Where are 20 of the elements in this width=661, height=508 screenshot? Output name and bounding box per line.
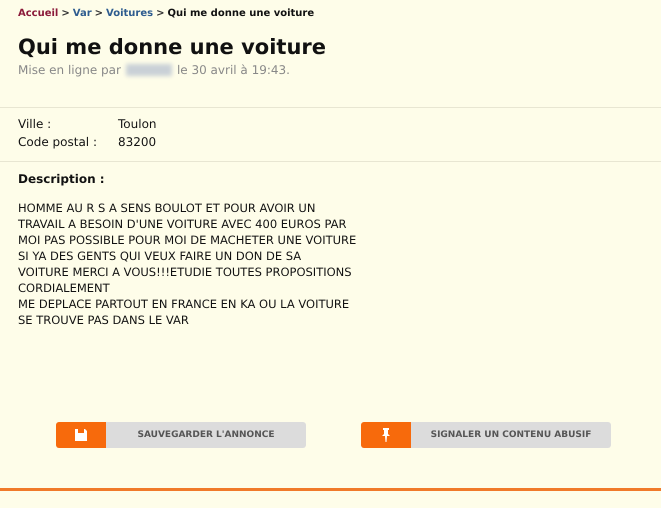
ad-title: Qui me donne une voiture: [18, 35, 328, 59]
breadcrumb-link[interactable]: Voitures: [106, 8, 154, 19]
breadcrumb-separator: >: [156, 8, 164, 19]
detail-label: Ville :: [18, 116, 52, 133]
report-button[interactable]: SIGNALER UN CONTENU ABUSIF: [361, 422, 611, 448]
posted-date: le 30 avril à 19:43.: [176, 63, 290, 77]
detail-label: Code postal :: [18, 134, 98, 151]
breadcrumb-link[interactable]: Var: [72, 8, 92, 19]
posted-by-label: Mise en ligne par: [18, 63, 121, 77]
breadcrumb-link[interactable]: Accueil: [18, 8, 58, 19]
current-page-title: Qui me donne une voiture: [167, 8, 314, 19]
detail-value: 83200: [118, 134, 158, 151]
pushpin-icon: [382, 428, 390, 442]
blurred-name: [126, 64, 172, 76]
save-ad-button[interactable]: SAUVEGARDER L'ANNONCE: [56, 422, 306, 448]
breadcrumb-separator: >: [94, 8, 104, 19]
detail-value: Toulon: [118, 116, 158, 133]
breadcrumb-separator: >: [61, 8, 70, 19]
description-heading: Description :: [18, 172, 106, 186]
description-text: HOMME AU R S A SENS BOULOT ET POUR AVOIR UN TRAVAIL A BESOIN D'UNE VOITURE AVEC 400 EUROS PAR MOI PAS POSSIBLE POUR MOI DE MACHETER UNE VOITURE SI YA DES GENTS QUI VEUX FAIRE UN DON DE SA VOITURE MERCI A VOUS!!!ETUDIE TOUTES PROPOSITIONS CORDIALEMENT ME DEPLACE PARTOUT EN FRANCE EN KA OU LA VOITURE SE TROUVE PAS DANS LE VAR: [18, 200, 358, 328]
